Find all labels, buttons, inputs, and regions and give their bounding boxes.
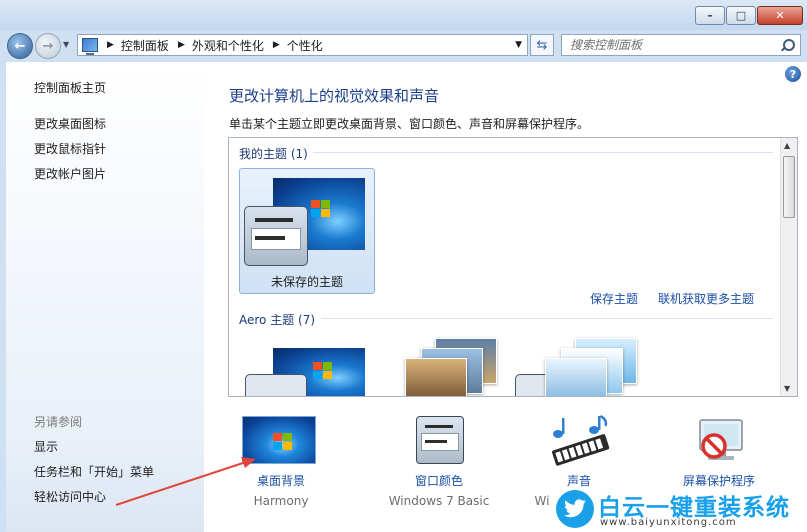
help-button[interactable]: ?: [785, 66, 801, 82]
maximize-icon: □: [735, 9, 747, 22]
screen-saver-icon: [699, 419, 743, 460]
desktop-background-label[interactable]: 桌面背景: [206, 472, 356, 489]
desktop-background-value: Harmony: [253, 494, 309, 508]
control-panel-icon: [82, 38, 98, 55]
address-dropdown-icon[interactable]: ▼: [515, 40, 522, 50]
windows-logo-icon: [311, 200, 331, 218]
save-theme-link[interactable]: 保存主题: [590, 290, 638, 307]
sidebar-link-control-panel-home[interactable]: 控制面板主页: [34, 79, 106, 96]
desktop-background-icon: [242, 416, 316, 464]
breadcrumb-separator-icon[interactable]: ▶: [107, 40, 114, 50]
page-description: 单击某个主题立即更改桌面背景、窗口颜色、声音和屏幕保护程序。: [229, 117, 590, 131]
window-color-swatch-icon: [245, 374, 307, 396]
search-icon[interactable]: [781, 38, 795, 52]
sidebar-link-desktop-icons[interactable]: 更改桌面图标: [34, 115, 106, 132]
get-more-themes-link[interactable]: 联机获取更多主题: [658, 290, 754, 307]
breadcrumb-separator-icon[interactable]: ▶: [273, 40, 280, 50]
twitter-bird-logo-icon: [556, 490, 594, 528]
theme-unsaved[interactable]: 未保存的主题: [239, 168, 375, 294]
arrow-right-icon: →: [42, 38, 54, 54]
page-title: 更改计算机上的视觉效果和声音: [229, 87, 440, 105]
breadcrumb-appearance[interactable]: 外观和个性化: [192, 37, 264, 54]
my-themes-heading: 我的主题 (1): [239, 147, 308, 161]
sound-label[interactable]: 声音: [504, 472, 654, 489]
title-bar: – □ ✕: [0, 0, 807, 30]
scroll-up-icon[interactable]: ▲: [784, 141, 790, 150]
group-divider: [313, 152, 773, 153]
maximize-button[interactable]: □: [726, 6, 756, 25]
close-button[interactable]: ✕: [757, 6, 803, 25]
close-icon: ✕: [775, 9, 785, 22]
sidebar-link-display[interactable]: 显示: [34, 438, 58, 455]
sidebar: 控制面板主页 更改桌面图标 更改鼠标指针 更改帐户图片 另请参阅 显示 任务栏和…: [6, 62, 204, 532]
search-box: [561, 34, 801, 56]
minimize-button[interactable]: –: [695, 6, 725, 25]
refresh-button[interactable]: ⇆: [530, 34, 554, 56]
navigation-bar: ← → ▼ ▶ 控制面板 ▶ 外观和个性化 ▶ 个性化 ▼ ⇆: [0, 30, 807, 60]
aero-themes-heading: Aero 主题 (7): [239, 313, 316, 327]
screen-saver-label[interactable]: 屏幕保护程序: [644, 472, 794, 489]
minimize-icon: –: [707, 9, 713, 22]
arrow-left-icon: ←: [14, 38, 26, 54]
recent-pages-dropdown[interactable]: ▼: [63, 40, 73, 50]
main-content: ? 更改计算机上的视觉效果和声音 单击某个主题立即更改桌面背景、窗口颜色、声音和…: [204, 62, 807, 532]
windows-logo-icon: [313, 362, 333, 380]
theme-list[interactable]: 我的主题 (1) 未保存的主题 保存主题 联机获取更多主题 Aero 主题 (7…: [228, 137, 798, 397]
sidebar-link-ease-of-access[interactable]: 轻松访问中心: [34, 488, 106, 505]
refresh-icon: ⇆: [536, 37, 548, 53]
sidebar-link-taskbar-start-menu[interactable]: 任务栏和「开始」菜单: [34, 463, 154, 480]
search-input[interactable]: [570, 38, 781, 52]
group-divider: [321, 318, 773, 319]
theme-list-scrollbar[interactable]: ▲ ▼: [780, 138, 797, 396]
forward-button[interactable]: →: [35, 33, 61, 59]
back-button[interactable]: ←: [7, 33, 33, 59]
breadcrumb-personalization[interactable]: 个性化: [287, 37, 323, 54]
sidebar-link-mouse-pointers[interactable]: 更改鼠标指针: [34, 140, 106, 157]
help-icon: ?: [789, 67, 797, 81]
sidebar-link-account-picture[interactable]: 更改帐户图片: [34, 165, 106, 182]
theme-label: 未保存的主题: [270, 275, 343, 289]
address-bar[interactable]: ▶ 控制面板 ▶ 外观和个性化 ▶ 个性化 ▼: [77, 34, 528, 56]
window-color-swatch-icon: [244, 206, 308, 266]
scroll-down-icon[interactable]: ▼: [784, 384, 790, 393]
watermark: 白云一键重装系统 www.baiyunxitong.com: [556, 488, 807, 532]
scrollbar-thumb[interactable]: [783, 156, 795, 218]
breadcrumb-separator-icon[interactable]: ▶: [178, 40, 185, 50]
window-color-label[interactable]: 窗口颜色: [364, 472, 514, 489]
breadcrumb-control-panel[interactable]: 控制面板: [121, 37, 169, 54]
sound-icon: [552, 414, 610, 466]
watermark-url: www.baiyunxitong.com: [600, 517, 737, 528]
see-also-heading: 另请参阅: [34, 415, 83, 429]
window-color-icon: [416, 416, 464, 464]
window-controls: – □ ✕: [695, 6, 803, 25]
